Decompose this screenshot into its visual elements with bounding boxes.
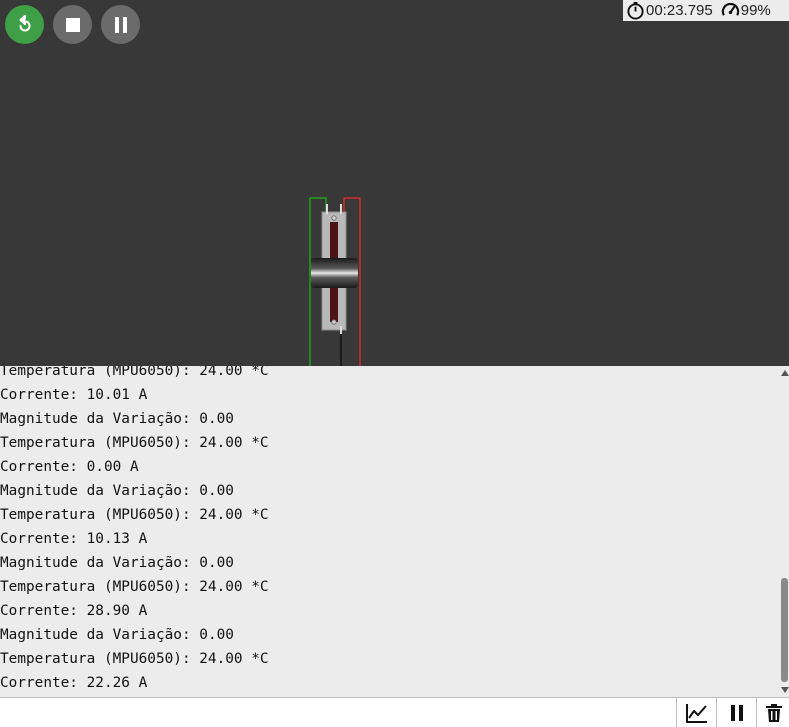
serial-line: Magnitude da Variação: 0.00 (0, 627, 234, 643)
scroll-down-icon[interactable] (781, 687, 789, 693)
timer-readout: 00:23.795 (626, 1, 713, 20)
restart-icon (18, 14, 31, 31)
serial-line: Temperatura (MPU6050): 24.00 *C (0, 651, 269, 667)
pause-icon (731, 704, 743, 721)
serial-line: Magnitude da Variação: 0.00 (0, 483, 234, 499)
speed-text: 99% (740, 2, 771, 19)
serial-line: Magnitude da Variação: 0.00 (0, 555, 234, 571)
serial-input[interactable] (0, 698, 676, 727)
trash-icon (765, 703, 782, 722)
serial-line: Corrente: 10.13 A (0, 531, 148, 547)
plotter-button[interactable] (676, 698, 717, 727)
serial-output: Temperatura (MPU6050): 24.00 *C Corrente:… (0, 366, 269, 695)
pause-button[interactable] (101, 5, 140, 44)
serial-line: Corrente: 22.26 A (0, 675, 148, 691)
speed-readout: 99% (721, 1, 771, 20)
timer-text: 00:23.795 (646, 2, 713, 19)
restart-button[interactable] (5, 5, 44, 44)
serial-line: Magnitude da Variação: 0.00 (0, 411, 234, 427)
pause-icon (114, 16, 127, 33)
serial-line: Temperatura (MPU6050): 24.00 *C (0, 579, 269, 595)
stop-icon (65, 17, 80, 32)
current-sensor-drawing (309, 197, 361, 366)
simulation-canvas[interactable]: 00:23.795 99% (0, 0, 789, 366)
current-sensor-component[interactable] (300, 190, 370, 366)
serial-line: Temperatura (MPU6050): 24.00 *C (0, 366, 269, 379)
speedometer-icon (721, 2, 739, 16)
serial-monitor[interactable]: Temperatura (MPU6050): 24.00 *C Corrente:… (0, 366, 789, 697)
serial-input-bar (0, 697, 789, 727)
pause-serial-button[interactable] (716, 698, 757, 727)
serial-line: Corrente: 28.90 A (0, 603, 148, 619)
simulation-status: 00:23.795 99% (623, 0, 789, 21)
scroll-up-icon[interactable] (781, 370, 789, 376)
serial-line: Temperatura (MPU6050): 24.00 *C (0, 435, 269, 451)
clear-serial-button[interactable] (756, 698, 789, 727)
chart-line-icon (686, 703, 707, 723)
serial-line: Corrente: 10.01 A (0, 387, 148, 403)
serial-line: Corrente: 0.00 A (0, 459, 139, 475)
serial-scrollbar[interactable] (780, 366, 789, 697)
simulator-window: 00:23.795 99% Temperatura (MPU6050): 24.… (0, 0, 789, 727)
serial-line: Temperatura (MPU6050): 24.00 *C (0, 507, 269, 523)
scroll-thumb[interactable] (781, 578, 788, 682)
stopwatch-icon (627, 1, 644, 20)
stop-button[interactable] (53, 5, 92, 44)
